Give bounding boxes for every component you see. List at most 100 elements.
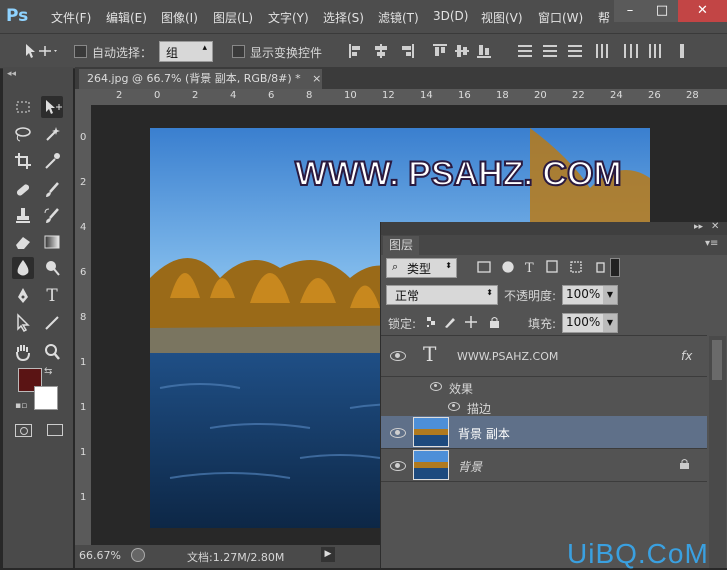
brush-tool-icon[interactable]: [41, 179, 63, 201]
menu-view[interactable]: 视图(V): [481, 9, 523, 26]
close-tab-icon[interactable]: ×: [312, 72, 321, 85]
ruler-tick-label: 1: [80, 357, 87, 368]
gradient-tool-icon[interactable]: [41, 231, 63, 253]
magic-wand-tool-icon[interactable]: [41, 123, 63, 145]
ruler-tick-label: 4: [230, 90, 237, 101]
healing-brush-tool-icon[interactable]: [12, 179, 34, 201]
menu-layer[interactable]: 图层(L): [213, 9, 253, 26]
opacity-value: 100%: [566, 287, 601, 301]
auto-select-label: 自动选择：: [92, 46, 153, 60]
collapse-panel-icon[interactable]: ▸▸: [694, 222, 703, 232]
photoshop-logo: Ps: [6, 6, 29, 26]
menu-filter[interactable]: 滤镜(T): [378, 9, 419, 26]
ruler-tick-label: 6: [268, 90, 275, 101]
lock-options-icons[interactable]: [425, 315, 505, 329]
menu-window[interactable]: 窗口(W): [538, 9, 583, 26]
align-distribute-icons[interactable]: [346, 42, 686, 60]
background-color-swatch[interactable]: [34, 386, 58, 410]
panel-menu-icon[interactable]: ▾≡: [705, 238, 718, 249]
ruler-tick-label: 16: [458, 90, 471, 101]
visibility-eye-icon[interactable]: [448, 402, 460, 411]
move-tool-icon[interactable]: [22, 42, 58, 60]
layer-name: 背景: [458, 460, 483, 474]
blend-mode-value: 正常: [395, 289, 420, 303]
maximize-button[interactable]: □: [646, 0, 678, 22]
layers-scrollbar[interactable]: [709, 336, 726, 568]
visibility-eye-icon[interactable]: [390, 461, 406, 471]
quick-mask-icon[interactable]: [15, 424, 32, 437]
chevron-down-icon[interactable]: ▼: [603, 314, 617, 332]
filter-search-icon: ⌕: [392, 260, 399, 273]
ruler-tick-label: 10: [344, 90, 357, 101]
pen-tool-icon[interactable]: [12, 285, 34, 307]
layer-filter-icons[interactable]: T: [475, 259, 621, 275]
layer-row-text[interactable]: T WWW.PSAHZ.COM fx: [381, 336, 707, 377]
ruler-tick-label: 8: [80, 312, 87, 323]
menu-type[interactable]: 文字(Y): [268, 9, 309, 26]
menu-image[interactable]: 图像(I): [161, 9, 198, 26]
layer-effects-row[interactable]: 效果: [381, 377, 707, 397]
menu-file[interactable]: 文件(F): [51, 9, 91, 26]
status-options-icon[interactable]: [131, 548, 145, 562]
layer-filter-dropdown[interactable]: ⌕ 类型 ⬍: [386, 258, 457, 278]
ruler-origin[interactable]: [75, 89, 91, 105]
visibility-eye-icon[interactable]: [390, 428, 406, 438]
ruler-tick-label: 2: [116, 90, 123, 101]
visibility-eye-icon[interactable]: [430, 382, 442, 391]
fill-input[interactable]: 100% ▼: [562, 313, 618, 333]
fx-icon[interactable]: fx: [681, 349, 692, 363]
layer-row-background-copy[interactable]: 背景 副本: [381, 416, 707, 449]
default-colors-icon[interactable]: ▪▫: [15, 401, 27, 411]
history-brush-tool-icon[interactable]: [41, 205, 63, 227]
minimize-button[interactable]: –: [614, 0, 646, 22]
filter-toggle-switch[interactable]: [610, 258, 620, 277]
type-tool-icon[interactable]: T: [41, 285, 63, 307]
vertical-ruler[interactable]: 0 2 4 6 8 1 1 1 1: [75, 105, 91, 545]
eyedropper-tool-icon[interactable]: [41, 150, 63, 172]
dodge-tool-icon[interactable]: [41, 257, 63, 279]
menu-edit[interactable]: 编辑(E): [106, 9, 147, 26]
stroke-effect-row[interactable]: 描边: [381, 397, 707, 417]
screen-mode-icon[interactable]: [47, 424, 63, 436]
opacity-input[interactable]: 100% ▼: [562, 285, 618, 305]
swap-colors-icon[interactable]: ⇆: [44, 366, 52, 377]
ruler-tick-label: 2: [192, 90, 199, 101]
auto-select-checkbox[interactable]: [74, 45, 87, 58]
ruler-tick-label: 12: [382, 90, 395, 101]
ruler-tick-label: 20: [534, 90, 547, 101]
close-button[interactable]: ✕: [678, 0, 727, 22]
line-tool-icon[interactable]: [41, 312, 63, 334]
hand-tool-icon[interactable]: [12, 341, 34, 363]
lasso-tool-icon[interactable]: [12, 123, 34, 145]
show-transform-checkbox[interactable]: [232, 45, 245, 58]
zoom-tool-icon[interactable]: [41, 341, 63, 363]
blur-tool-icon[interactable]: [12, 257, 34, 279]
menu-select[interactable]: 选择(S): [323, 9, 364, 26]
tab-layers[interactable]: 图层: [383, 236, 420, 255]
chevron-down-icon[interactable]: ▼: [603, 286, 617, 304]
svg-text:T: T: [525, 261, 534, 275]
menu-3d[interactable]: 3D(D): [433, 9, 468, 23]
collapse-arrows-icon[interactable]: ◂◂: [7, 69, 16, 79]
ruler-tick-label: 1: [80, 402, 87, 413]
blend-mode-dropdown[interactable]: 正常 ⬍: [386, 285, 498, 305]
marquee-tool-icon[interactable]: [12, 96, 34, 118]
close-panel-icon[interactable]: ✕: [711, 221, 719, 232]
horizontal-ruler[interactable]: 2 0 2 4 6 8 10 12 14 16 18 20 22 24 26 28: [91, 89, 727, 106]
zoom-level[interactable]: 66.67%: [79, 549, 121, 562]
menu-help[interactable]: 帮: [598, 9, 610, 26]
visibility-eye-icon[interactable]: [390, 351, 406, 361]
document-tab[interactable]: 264.jpg @ 66.7% (背景 副本, RGB/8#) * ×: [79, 69, 322, 89]
clone-stamp-tool-icon[interactable]: [12, 205, 34, 227]
chevron-updown-icon: ⬍: [486, 288, 493, 297]
move-tool-icon[interactable]: [41, 96, 63, 118]
status-arrow-icon[interactable]: ▶: [321, 547, 335, 562]
layer-row-background[interactable]: 背景: [381, 449, 707, 482]
layer-name: WWW.PSAHZ.COM: [457, 350, 559, 363]
crop-tool-icon[interactable]: [12, 150, 34, 172]
options-bar: 自动选择： 组 ▴ 显示变换控件: [0, 33, 727, 69]
auto-select-dropdown[interactable]: 组 ▴: [159, 41, 213, 62]
eraser-tool-icon[interactable]: [12, 231, 34, 253]
path-selection-tool-icon[interactable]: [12, 312, 34, 334]
menu-bar: Ps 文件(F) 编辑(E) 图像(I) 图层(L) 文字(Y) 选择(S) 滤…: [0, 0, 727, 33]
